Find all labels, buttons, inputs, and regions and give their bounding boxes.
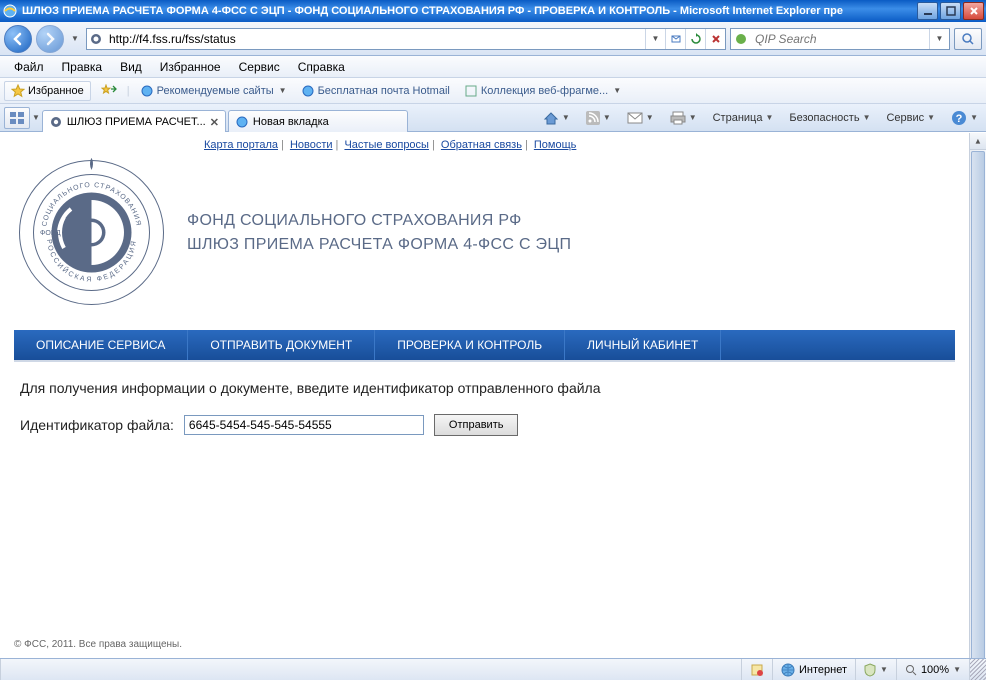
page-heading: ФОНД СОЦИАЛЬНОГО СТРАХОВАНИЯ РФ ШЛЮЗ ПРИ… (187, 209, 571, 257)
help-button[interactable]: ?▼ (947, 108, 982, 128)
navigation-toolbar: ▼ ▼ ▼ (0, 22, 986, 56)
search-input[interactable] (751, 32, 929, 46)
svg-text:ФОНД: ФОНД (40, 230, 61, 237)
mail-button[interactable]: ▼ (623, 110, 658, 126)
refresh-button[interactable] (685, 29, 705, 49)
link-feedback[interactable]: Обратная связь (441, 139, 522, 151)
ie-icon (301, 84, 315, 98)
fav-link-recommended[interactable]: Рекомендуемые сайты▼ (136, 82, 291, 100)
heading-line1: ФОНД СОЦИАЛЬНОГО СТРАХОВАНИЯ РФ (187, 209, 571, 233)
scroll-thumb[interactable] (971, 151, 985, 662)
tab-close-button[interactable]: ✕ (210, 116, 219, 129)
close-button[interactable] (963, 2, 984, 20)
heading-line2: ШЛЮЗ ПРИЕМА РАСЧЕТА ФОРМА 4-ФСС С ЭЦП (187, 233, 571, 257)
svg-text:?: ? (956, 113, 963, 125)
tab-active[interactable]: ШЛЮЗ ПРИЕМА РАСЧЕТ... ✕ (42, 110, 226, 134)
page-footer: © ФСС, 2011. Все права защищены. (14, 639, 182, 650)
slice-icon (464, 84, 478, 98)
prompt-text: Для получения информации о документе, вв… (20, 380, 949, 396)
fav-link-fragments[interactable]: Коллекция веб-фрагме...▼ (460, 82, 625, 100)
search-bar[interactable]: ▼ (730, 28, 950, 50)
security-menu-button[interactable]: Безопасность▼ (785, 110, 874, 126)
print-button[interactable]: ▼ (666, 109, 701, 127)
nav-history-dropdown[interactable]: ▼ (68, 34, 82, 43)
tab-favicon-icon (49, 115, 63, 129)
menu-edit[interactable]: Правка (54, 58, 111, 76)
ie-icon (140, 84, 154, 98)
link-sitemap[interactable]: Карта портала (204, 139, 278, 151)
file-id-form: Идентификатор файла: Отправить (20, 414, 949, 436)
qip-icon (731, 32, 751, 46)
tab-title: Новая вкладка (253, 116, 401, 128)
tools-menu-button[interactable]: Сервис▼ (882, 110, 939, 126)
star-icon (11, 84, 25, 98)
fss-logo-icon: СОЦИАЛЬНОГО СТРАХОВАНИЯ РОССИЙСКАЯ ФЕДЕР… (14, 155, 169, 310)
nav-cabinet[interactable]: ЛИЧНЫЙ КАБИНЕТ (565, 330, 721, 360)
portal-top-links: Карта портала| Новости| Частые вопросы| … (14, 133, 955, 151)
maximize-button[interactable] (940, 2, 961, 20)
address-dropdown[interactable]: ▼ (645, 29, 665, 49)
link-help[interactable]: Помощь (534, 139, 577, 151)
status-zone: Интернет (772, 659, 855, 680)
nav-check[interactable]: ПРОВЕРКА И КОНТРОЛЬ (375, 330, 565, 360)
menu-file[interactable]: Файл (6, 58, 52, 76)
url-input[interactable] (105, 29, 645, 49)
menu-view[interactable]: Вид (112, 58, 150, 76)
favorites-label: Избранное (28, 85, 84, 97)
zoom-control[interactable]: 100%▼ (896, 659, 969, 680)
favorites-bar: Избранное | Рекомендуемые сайты▼ Бесплат… (0, 78, 986, 104)
tab-bar: ▼ ШЛЮЗ ПРИЕМА РАСЧЕТ... ✕ Новая вкладка … (0, 104, 986, 132)
link-faq[interactable]: Частые вопросы (344, 139, 429, 151)
window-titlebar: ШЛЮЗ ПРИЕМА РАСЧЕТА ФОРМА 4-ФСС С ЭЦП - … (0, 0, 986, 22)
ie-icon (235, 115, 249, 129)
tab-inactive[interactable]: Новая вкладка (228, 110, 408, 134)
compat-view-button[interactable] (665, 29, 685, 49)
status-bar: Интернет ▼ 100%▼ (0, 658, 986, 680)
main-nav: ОПИСАНИЕ СЕРВИСА ОТПРАВИТЬ ДОКУМЕНТ ПРОВ… (14, 330, 955, 360)
file-id-input[interactable] (184, 415, 424, 435)
field-label: Идентификатор файла: (20, 417, 174, 433)
back-button[interactable] (4, 25, 32, 53)
protected-mode-icon[interactable]: ▼ (855, 659, 896, 680)
nav-description[interactable]: ОПИСАНИЕ СЕРВИСА (14, 330, 188, 360)
page-viewport: Карта портала| Новости| Частые вопросы| … (0, 133, 969, 680)
ie-logo-icon (2, 3, 18, 19)
link-news[interactable]: Новости (290, 139, 333, 151)
fav-link-hotmail[interactable]: Бесплатная почта Hotmail (297, 82, 454, 100)
search-dropdown[interactable]: ▼ (929, 29, 949, 49)
home-button[interactable]: ▼ (539, 109, 574, 127)
page-menu-button[interactable]: Страница▼ (709, 110, 778, 126)
resize-grip[interactable] (969, 659, 986, 680)
status-message (0, 659, 741, 680)
menu-tools[interactable]: Сервис (231, 58, 288, 76)
menu-bar: Файл Правка Вид Избранное Сервис Справка (0, 56, 986, 78)
quick-tabs-dropdown[interactable]: ▼ (32, 113, 40, 122)
menu-favorites[interactable]: Избранное (152, 58, 229, 76)
menu-help[interactable]: Справка (290, 58, 353, 76)
submit-button[interactable]: Отправить (434, 414, 519, 436)
page-favicon-icon (87, 32, 105, 46)
tab-title: ШЛЮЗ ПРИЕМА РАСЧЕТ... (67, 116, 206, 128)
vertical-scrollbar[interactable]: ▼ ▼ (969, 133, 986, 680)
window-title: ШЛЮЗ ПРИЕМА РАСЧЕТА ФОРМА 4-ФСС С ЭЦП - … (22, 5, 917, 17)
add-to-favbar-button[interactable] (97, 80, 121, 102)
forward-button[interactable] (36, 25, 64, 53)
minimize-button[interactable] (917, 2, 938, 20)
favorites-button[interactable]: Избранное (4, 81, 91, 101)
scroll-up-button[interactable]: ▼ (970, 133, 986, 150)
globe-icon (781, 663, 795, 677)
stop-button[interactable] (705, 29, 725, 49)
feeds-button[interactable]: ▼ (582, 109, 615, 127)
zoom-icon (905, 664, 917, 676)
status-cert-icon[interactable] (741, 659, 772, 680)
address-bar[interactable]: ▼ (86, 28, 726, 50)
nav-send[interactable]: ОТПРАВИТЬ ДОКУМЕНТ (188, 330, 375, 360)
search-go-button[interactable] (954, 28, 982, 50)
quick-tabs-button[interactable] (4, 107, 30, 129)
